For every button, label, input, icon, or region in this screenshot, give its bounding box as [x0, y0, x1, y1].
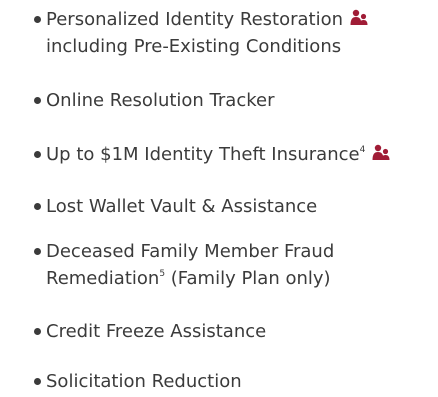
footnote-marker: 4	[359, 145, 366, 155]
bullet-dot	[34, 248, 41, 255]
list-item-text: Credit Freeze Assistance	[46, 321, 267, 342]
bullet-dot	[34, 203, 41, 210]
footnote-marker: 5	[159, 269, 166, 279]
family-icon	[372, 144, 390, 160]
bullet-dot	[34, 378, 41, 385]
list-item-text: Up to $1M Identity Theft Insurance4	[46, 141, 391, 168]
list-item-text: Lost Wallet Vault & Assistance	[46, 196, 318, 217]
bullet-dot	[34, 328, 41, 335]
bullet-dot	[34, 97, 41, 104]
bullet-dot	[34, 151, 41, 158]
list-item-text: Solicitation Reduction	[46, 371, 242, 392]
list-item-text: Deceased Family Member Fraud Remediation…	[46, 241, 335, 289]
feature-list: Personalized Identity Restoration includ…	[0, 0, 438, 397]
list-item-text: Personalized Identity Restoration includ…	[46, 6, 369, 60]
bullet-dot	[34, 16, 41, 23]
list-item-text: Online Resolution Tracker	[46, 90, 275, 111]
family-icon	[350, 9, 368, 25]
